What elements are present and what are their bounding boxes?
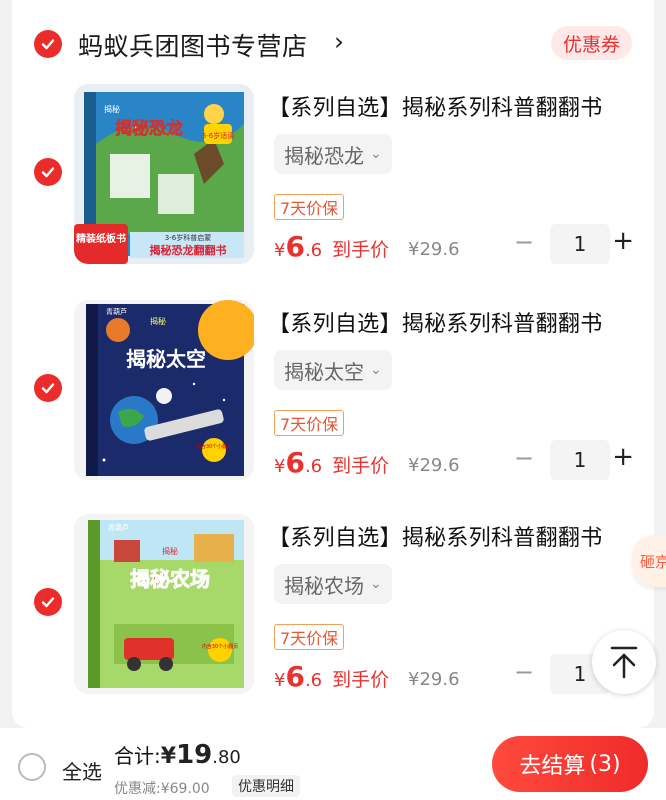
- price-integer: 6: [285, 230, 305, 263]
- sku-label: 揭秘恐龙: [284, 143, 364, 168]
- cover-mini-title: 揭秘: [162, 546, 178, 556]
- sku-selector[interactable]: 揭秘恐龙 ⌄: [274, 134, 392, 174]
- cover-mini-title: 揭秘: [150, 316, 166, 326]
- sku-label: 揭秘农场: [284, 573, 364, 598]
- discount-detail-button[interactable]: 优惠明细: [232, 775, 300, 797]
- select-all-label[interactable]: 全选: [62, 756, 102, 785]
- cover-age-badge: 内含30个小翻页: [202, 643, 238, 650]
- plus-button[interactable]: +: [612, 226, 634, 256]
- product-title[interactable]: 【系列自选】揭秘系列科普翻翻书: [268, 306, 603, 338]
- cart-item: 内含30个小翻页 青葫芦 揭秘 揭秘太空 【系列自选】揭秘系列科普翻翻书 揭秘太…: [12, 300, 654, 500]
- cover-band-title: 揭秘恐龙翻翻书: [150, 243, 227, 257]
- price-integer: 6: [285, 660, 305, 693]
- book-cover-space: 内含30个小翻页 青葫芦 揭秘 揭秘太空: [74, 300, 254, 480]
- original-price: ¥29.6: [408, 455, 460, 476]
- price-decimal: .6: [304, 456, 323, 477]
- cover-band: 3-6岁科普启蒙: [165, 233, 211, 242]
- final-price: ¥ 6 .6 到手价: [274, 446, 389, 479]
- price-currency: ¥: [274, 670, 286, 691]
- chevron-down-icon: ⌄: [370, 576, 382, 592]
- item-check-icon[interactable]: [34, 158, 62, 186]
- original-price: ¥29.6: [408, 239, 460, 260]
- cover-corner: 精装纸板书: [76, 232, 126, 245]
- price-label: 到手价: [332, 239, 390, 261]
- book-cover-dinosaur: 3-6岁适读 揭秘 揭秘恐龙 3-6岁科普启蒙 揭秘恐龙翻翻书 精装纸板书: [74, 84, 254, 264]
- price-protect-tag: 7天价保: [274, 194, 345, 220]
- checkout-button[interactable]: 去结算 (3): [492, 736, 648, 792]
- price-protect-tag: 7天价保: [274, 624, 345, 650]
- cover-age-badge: 3-6岁适读: [202, 131, 234, 140]
- cover-mini-title: 揭秘: [104, 104, 120, 114]
- minus-button[interactable]: −: [514, 228, 534, 256]
- total-label: 合计:: [114, 744, 161, 768]
- shop-check-icon[interactable]: [34, 30, 62, 58]
- cover-publisher: 青葫芦: [108, 523, 129, 532]
- cart-item: 3-6岁适读 揭秘 揭秘恐龙 3-6岁科普启蒙 揭秘恐龙翻翻书 精装纸板书 【系…: [12, 84, 654, 284]
- product-thumbnail[interactable]: 内含30个小翻页 青葫芦 揭秘 揭秘太空: [74, 300, 254, 480]
- final-price: ¥ 6 .6 到手价: [274, 660, 389, 693]
- book-cover-farm: 内含30个小翻页 青葫芦 揭秘 揭秘农场: [74, 514, 254, 694]
- sku-selector[interactable]: 揭秘太空 ⌄: [274, 350, 392, 390]
- cover-title: 揭秘恐龙: [115, 118, 183, 139]
- product-thumbnail[interactable]: 3-6岁适读 揭秘 揭秘恐龙 3-6岁科普启蒙 揭秘恐龙翻翻书 精装纸板书: [74, 84, 254, 264]
- cover-publisher: 青葫芦: [106, 307, 127, 316]
- minus-button[interactable]: −: [514, 658, 534, 686]
- chevron-right-icon[interactable]: ›: [334, 27, 344, 56]
- minus-button[interactable]: −: [514, 444, 534, 472]
- price-label: 到手价: [332, 455, 390, 477]
- shop-name[interactable]: 蚂蚁兵团图书专营店: [78, 27, 308, 63]
- price-protect-tag: 7天价保: [274, 410, 345, 436]
- total-decimal: .80: [212, 747, 241, 768]
- cover-title: 揭秘太空: [126, 347, 206, 371]
- cover-title: 揭秘农场: [130, 567, 210, 591]
- sku-selector[interactable]: 揭秘农场 ⌄: [274, 564, 392, 604]
- side-promo-badge[interactable]: 砸京: [632, 535, 666, 587]
- back-to-top-button[interactable]: [592, 630, 656, 694]
- item-check-icon[interactable]: [34, 588, 62, 616]
- price-currency: ¥: [274, 456, 286, 477]
- sku-label: 揭秘太空: [284, 359, 364, 384]
- quantity-stepper: − 1 +: [514, 440, 634, 480]
- discount-text: 优惠减:¥69.00: [114, 781, 210, 797]
- checkout-bar: 全选 合计: ¥ 19 .80 优惠减:¥69.00 优惠明细 去结算 (3): [0, 728, 666, 800]
- chevron-down-icon: ⌄: [370, 146, 382, 162]
- total-integer: 19: [176, 740, 213, 770]
- quantity-input[interactable]: 1: [550, 224, 610, 264]
- total-currency: ¥: [160, 744, 177, 769]
- product-thumbnail[interactable]: 内含30个小翻页 青葫芦 揭秘 揭秘农场: [74, 514, 254, 694]
- coupon-button[interactable]: 优惠券: [550, 26, 632, 60]
- checkout-count: (3): [589, 751, 621, 777]
- shop-header[interactable]: 蚂蚁兵团图书专营店 › 优惠券: [12, 18, 654, 68]
- cart-item: 内含30个小翻页 青葫芦 揭秘 揭秘农场 【系列自选】揭秘系列科普翻翻书 揭秘农…: [12, 514, 654, 714]
- price-integer: 6: [285, 446, 305, 479]
- original-price: ¥29.6: [408, 669, 460, 690]
- quantity-stepper: − 1 +: [514, 224, 634, 264]
- plus-button[interactable]: +: [612, 442, 634, 472]
- chevron-down-icon: ⌄: [370, 362, 382, 378]
- select-all-checkbox[interactable]: [18, 753, 46, 781]
- item-check-icon[interactable]: [34, 374, 62, 402]
- price-currency: ¥: [274, 240, 286, 261]
- back-to-top-icon: [610, 646, 638, 679]
- price-decimal: .6: [304, 240, 323, 261]
- product-title[interactable]: 【系列自选】揭秘系列科普翻翻书: [268, 90, 603, 122]
- product-title[interactable]: 【系列自选】揭秘系列科普翻翻书: [268, 520, 603, 552]
- price-decimal: .6: [304, 670, 323, 691]
- cart-card: 蚂蚁兵团图书专营店 › 优惠券 3-6岁适读 揭秘 揭秘恐龙 3-6岁科普启蒙 …: [12, 0, 654, 728]
- quantity-input[interactable]: 1: [550, 440, 610, 480]
- checkout-label: 去结算: [519, 754, 586, 779]
- total-price: 合计: ¥ 19 .80: [114, 740, 241, 770]
- price-label: 到手价: [332, 669, 390, 691]
- cover-age-badge: 内含30个小翻页: [196, 443, 232, 450]
- final-price: ¥ 6 .6 到手价: [274, 230, 389, 263]
